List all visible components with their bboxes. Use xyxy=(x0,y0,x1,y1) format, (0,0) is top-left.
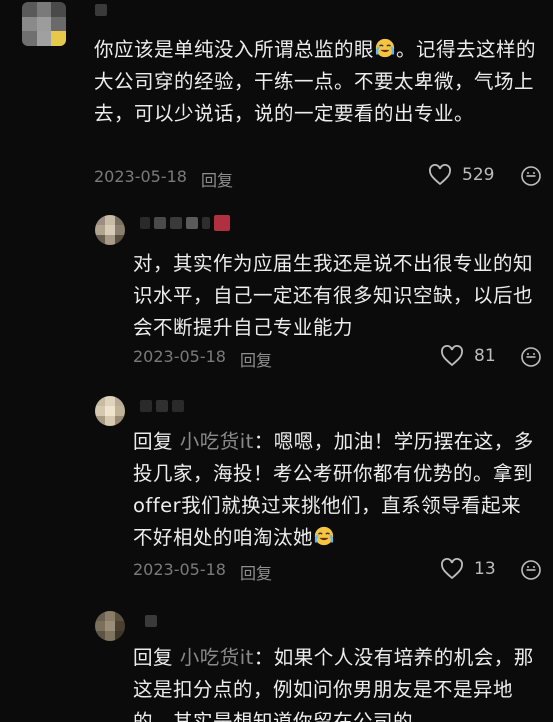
like-count: 81 xyxy=(474,346,496,366)
comment-3: 回复 小吃货it：嗯嗯，加油！学历摆在这，多投几家，海投！考公考研你都有优势的。… xyxy=(0,390,553,590)
heart-icon xyxy=(440,345,464,367)
comment-meta: 2023-05-18 回复 xyxy=(94,167,233,191)
heart-icon xyxy=(440,558,464,580)
avatar[interactable] xyxy=(22,2,66,46)
more-options-icon[interactable] xyxy=(520,346,542,368)
comment-2: 对，其实作为应届生我还是说不出很专业的知识水平，自己一定还有很多知识空缺，以后也… xyxy=(0,205,553,385)
reply-button[interactable]: 回复 xyxy=(240,347,272,371)
cry-laugh-emoji xyxy=(314,526,334,546)
comment-text: 回复 小吃货it：嗯嗯，加油！学历摆在这，多投几家，海投！考公考研你都有优势的。… xyxy=(133,430,534,549)
cry-laugh-emoji xyxy=(375,38,395,58)
username-blurred[interactable] xyxy=(95,4,107,16)
username-blurred[interactable] xyxy=(140,215,230,231)
avatar[interactable] xyxy=(95,396,125,426)
comment-text: 回复 小吃货it：如果个人没有培养的机会，那这是扣分点的，例如问你男朋友是不是异… xyxy=(133,646,534,722)
avatar[interactable] xyxy=(95,215,125,245)
username-blurred[interactable] xyxy=(140,400,184,412)
mention-link[interactable]: 小吃货it xyxy=(180,430,254,453)
heart-icon xyxy=(428,164,452,186)
like-count: 13 xyxy=(474,559,496,579)
more-options-icon[interactable] xyxy=(520,165,542,187)
like-button[interactable]: 13 xyxy=(440,558,496,580)
like-button[interactable]: 529 xyxy=(428,164,494,186)
comment-4: 回复 小吃货it：如果个人没有培养的机会，那这是扣分点的，例如问你男朋友是不是异… xyxy=(0,605,553,722)
more-options-icon[interactable] xyxy=(520,559,542,581)
mention-link[interactable]: 小吃货it xyxy=(180,646,254,669)
like-count: 529 xyxy=(462,165,495,185)
comment-date: 2023-05-18 xyxy=(133,560,226,579)
reply-button[interactable]: 回复 xyxy=(201,167,233,191)
avatar[interactable] xyxy=(95,611,125,641)
reply-button[interactable]: 回复 xyxy=(240,560,272,584)
comment-date: 2023-05-18 xyxy=(94,167,187,186)
comment-meta: 2023-05-18 回复 xyxy=(133,560,272,584)
comment-date: 2023-05-18 xyxy=(133,347,226,366)
username-blurred[interactable] xyxy=(145,615,157,627)
comment-1: 你应该是单纯没入所谓总监的眼 。记得去这样的大公司穿的经验，干练一点。不要太卑微，… xyxy=(0,0,553,200)
comment-meta: 2023-05-18 回复 xyxy=(133,347,272,371)
like-button[interactable]: 81 xyxy=(440,345,496,367)
comment-text: 你应该是单纯没入所谓总监的眼 。记得去这样的大公司穿的经验，干练一点。不要太卑微，… xyxy=(94,38,537,125)
comment-text: 对，其实作为应届生我还是说不出很专业的知识水平，自己一定还有很多知识空缺，以后也… xyxy=(133,252,534,339)
